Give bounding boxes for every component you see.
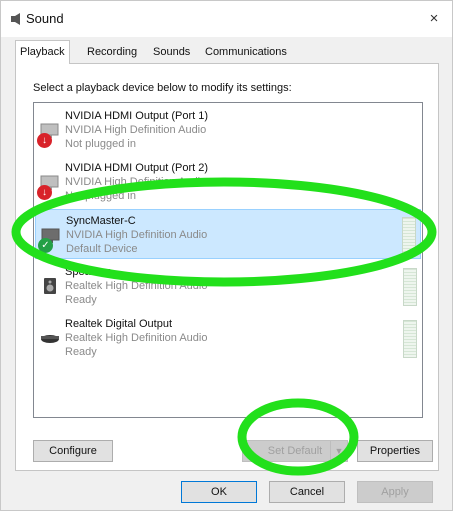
properties-button[interactable]: Properties (357, 440, 433, 462)
ok-button[interactable]: OK (181, 481, 257, 503)
device-driver: NVIDIA High Definition Audio (65, 124, 207, 136)
device-driver: NVIDIA High Definition Audio (65, 176, 207, 188)
speaker-icon (44, 278, 56, 294)
volume-meter (403, 268, 417, 306)
title-bar: Sound × (1, 1, 452, 37)
device-status: Default Device (66, 243, 138, 255)
tab-playback[interactable]: Playback (15, 40, 70, 64)
device-driver: NVIDIA High Definition Audio (66, 229, 208, 241)
device-item[interactable]: Realtek Digital Output Realtek High Defi… (35, 313, 421, 363)
playback-panel: Select a playback device below to modify… (15, 63, 439, 471)
device-item-selected[interactable]: ✓ SyncMaster-C NVIDIA High Definition Au… (35, 209, 421, 259)
set-default-button[interactable]: Set Default ▼ (242, 440, 348, 462)
device-driver: Realtek High Definition Audio (65, 332, 208, 344)
device-item[interactable]: Speakers Realtek High Definition Audio R… (35, 261, 421, 311)
speaker-app-icon (11, 13, 20, 25)
device-name: NVIDIA HDMI Output (Port 2) (65, 162, 209, 174)
device-name: Realtek Digital Output (65, 318, 172, 330)
device-status: Ready (65, 294, 97, 306)
device-status: Not plugged in (65, 190, 136, 202)
window-title: Sound (26, 11, 64, 26)
device-status: Not plugged in (65, 138, 136, 150)
device-name: NVIDIA HDMI Output (Port 1) (65, 110, 209, 122)
device-item[interactable]: ↓ NVIDIA HDMI Output (Port 2) NVIDIA Hig… (35, 157, 421, 207)
tab-recording[interactable]: Recording (83, 41, 141, 63)
tab-communications[interactable]: Communications (201, 41, 291, 63)
volume-meter (403, 320, 417, 358)
instruction-text: Select a playback device below to modify… (33, 82, 292, 94)
sound-dialog: Sound × Playback Recording Sounds Commun… (0, 0, 453, 511)
configure-button[interactable]: Configure (33, 440, 113, 462)
unplugged-icon: ↓ (37, 133, 52, 148)
chevron-down-icon[interactable]: ▼ (330, 441, 347, 461)
device-item[interactable]: ↓ NVIDIA HDMI Output (Port 1) NVIDIA Hig… (35, 105, 421, 155)
close-button[interactable]: × (422, 7, 446, 31)
cancel-button[interactable]: Cancel (269, 481, 345, 503)
digital-output-icon (41, 335, 59, 343)
volume-meter (402, 217, 416, 255)
tab-sounds[interactable]: Sounds (149, 41, 194, 63)
device-driver: Realtek High Definition Audio (65, 280, 208, 292)
device-name: Speakers (65, 266, 112, 278)
default-check-icon: ✓ (38, 238, 53, 253)
set-default-label: Set Default (267, 445, 323, 457)
device-list[interactable]: ↓ NVIDIA HDMI Output (Port 1) NVIDIA Hig… (33, 102, 423, 418)
apply-button[interactable]: Apply (357, 481, 433, 503)
device-status: Ready (65, 346, 97, 358)
unplugged-icon: ↓ (37, 185, 52, 200)
device-name: SyncMaster-C (66, 215, 136, 227)
